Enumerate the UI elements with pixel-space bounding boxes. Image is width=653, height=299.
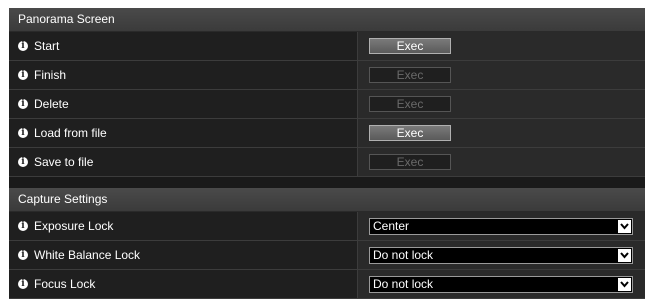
exposure-lock-select[interactable]: Center (369, 217, 633, 235)
select-value: Do not lock (373, 248, 434, 262)
chevron-down-icon (618, 219, 631, 233)
section-header-capture-settings: Capture Settings (9, 188, 645, 212)
row-label: Start (34, 39, 60, 53)
row-label: White Balance Lock (34, 248, 141, 262)
row-white-balance-lock: i White Balance Lock Do not lock (9, 241, 645, 270)
chevron-down-icon (618, 248, 631, 262)
row-label: Finish (34, 68, 67, 82)
section-spacer (9, 177, 645, 188)
chevron-down-icon (618, 277, 631, 291)
row-finish: i Finish Exec (9, 61, 645, 90)
info-icon[interactable]: i (18, 221, 28, 231)
finish-exec-button: Exec (369, 67, 451, 83)
row-delete: i Delete Exec (9, 90, 645, 119)
info-icon[interactable]: i (18, 99, 28, 109)
info-icon[interactable]: i (18, 157, 28, 167)
row-label: Exposure Lock (34, 219, 114, 233)
start-exec-button[interactable]: Exec (369, 38, 451, 54)
select-value: Do not lock (373, 277, 434, 291)
row-start: i Start Exec (9, 32, 645, 61)
info-icon[interactable]: i (18, 41, 28, 51)
focus-lock-select[interactable]: Do not lock (369, 275, 633, 293)
settings-panel: Panorama Screen i Start Exec i Finish Ex… (9, 8, 645, 299)
save-to-file-exec-button: Exec (369, 154, 451, 170)
row-label: Focus Lock (34, 277, 96, 291)
select-value: Center (373, 219, 410, 233)
row-label: Save to file (34, 155, 94, 169)
row-exposure-lock: i Exposure Lock Center (9, 212, 645, 241)
load-from-file-exec-button[interactable]: Exec (369, 125, 451, 141)
info-icon[interactable]: i (18, 250, 28, 260)
info-icon[interactable]: i (18, 279, 28, 289)
row-load-from-file: i Load from file Exec (9, 119, 645, 148)
row-label: Delete (34, 97, 69, 111)
row-label: Load from file (34, 126, 107, 140)
delete-exec-button: Exec (369, 96, 451, 112)
info-icon[interactable]: i (18, 128, 28, 138)
white-balance-lock-select[interactable]: Do not lock (369, 246, 633, 264)
info-icon[interactable]: i (18, 70, 28, 80)
row-save-to-file: i Save to file Exec (9, 148, 645, 177)
section-header-panorama: Panorama Screen (9, 8, 645, 32)
